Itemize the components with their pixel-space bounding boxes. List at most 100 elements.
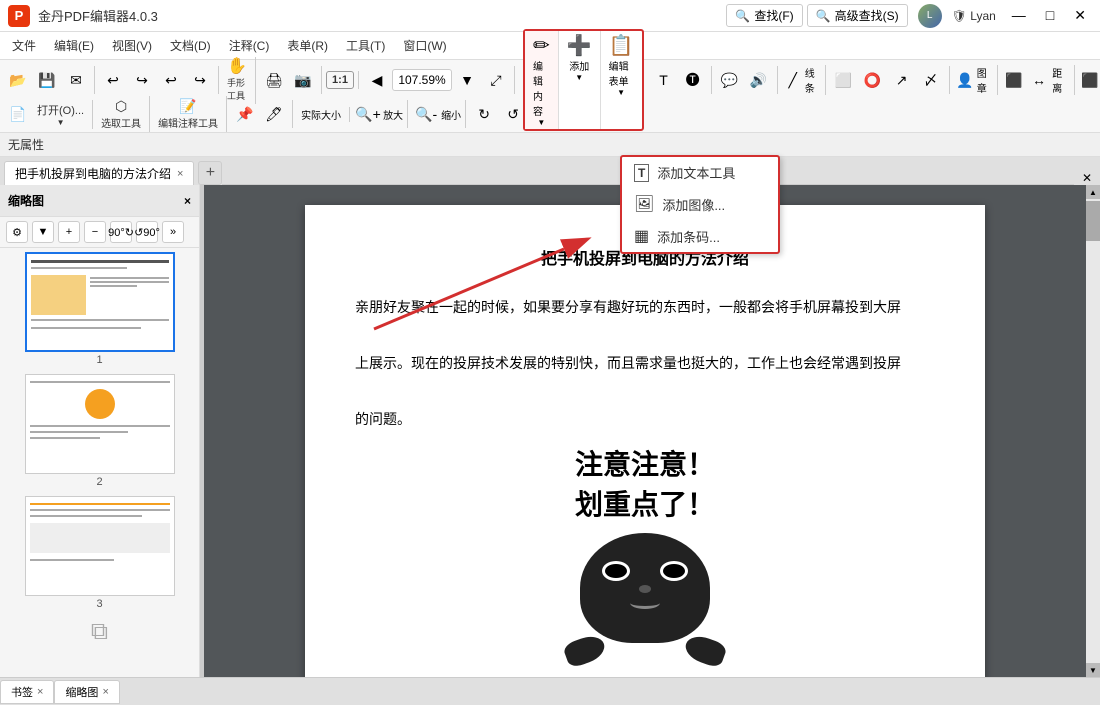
email-button[interactable]: ✉ [62, 66, 90, 94]
maximize-icon[interactable]: □ [1040, 5, 1060, 26]
ellipse-tool-button[interactable]: ⭕ [859, 66, 887, 94]
thumbnail-close-icon[interactable]: × [102, 686, 108, 698]
rotate-cw-button[interactable]: ↻ [470, 100, 498, 128]
undo2-button[interactable]: ↩ [157, 66, 185, 94]
title-bar: P 金丹PDF编辑器4.0.3 🔍 查找(F) 🔍 高级查找(S) L 🛡 Ly… [0, 0, 1100, 32]
sidebar-zoom-out-button[interactable]: − [84, 221, 106, 243]
close-icon[interactable]: ✕ [1068, 5, 1092, 26]
edit-note-label: 编辑注释工具 [158, 115, 218, 130]
hand-tool-button[interactable]: ✋ 手形工具 [223, 57, 251, 104]
edit-note-group: 📝 编辑注释工具 [154, 96, 227, 132]
edit-note-button[interactable]: 📝 编辑注释工具 [154, 96, 222, 132]
scroll-up-button[interactable]: ▲ [1086, 185, 1100, 199]
shrink-button[interactable]: 🔍- [412, 100, 440, 128]
advanced-search-button[interactable]: 🔍 高级查找(S) [807, 4, 908, 27]
open-button-row2[interactable]: 📄 [4, 100, 32, 128]
line-tool-button[interactable]: ╱ [782, 66, 804, 94]
right-scrollbar[interactable]: ▲ ▼ [1086, 185, 1100, 677]
menu-annotation[interactable]: 注释(C) [221, 35, 278, 56]
extra2-button[interactable]: 🖊 [260, 100, 288, 128]
tab-close-button[interactable]: × [177, 168, 183, 180]
thumbnail-1[interactable]: 1 [4, 252, 195, 366]
eraser-button[interactable]: ⬛ [1002, 66, 1026, 94]
minimize-icon[interactable]: — [1006, 5, 1032, 26]
sidebar-zoom-in-button[interactable]: + [58, 221, 80, 243]
menu-form[interactable]: 表单(R) [279, 35, 336, 56]
zoom-expand-button[interactable]: ⤢ [482, 66, 510, 94]
edit-note-icon: 📝 [179, 98, 196, 115]
redo-button[interactable]: ↪ [128, 66, 156, 94]
close-all-button[interactable]: ✕ [1074, 171, 1100, 185]
user-avatar: L [918, 4, 942, 28]
speaker-button[interactable]: 🔊 [745, 66, 773, 94]
open-label-button[interactable]: 打开(O)... ▼ [33, 100, 88, 129]
add-text-tool-item[interactable]: T 添加文本工具 [622, 157, 778, 188]
zoom-out-small-button[interactable]: ◀ [363, 66, 391, 94]
sidebar-close-button[interactable]: × [184, 194, 191, 208]
scroll-thumb[interactable] [1086, 201, 1100, 241]
properties-bar: 无属性 [0, 133, 1100, 157]
rect-tool-button[interactable]: ⬜ [830, 66, 858, 94]
save-button[interactable]: 💾 [33, 66, 61, 94]
enlarge-button[interactable]: 🔍+ [354, 100, 382, 128]
redo2-button[interactable]: ↪ [186, 66, 214, 94]
menu-window[interactable]: 窗口(W) [395, 35, 454, 56]
drawing-tools-group: ╱ 线条 [782, 65, 826, 95]
app-logo: P [8, 5, 30, 27]
distance-button[interactable]: ↔ [1027, 66, 1051, 94]
text-style-button[interactable]: 🅣 [679, 66, 707, 94]
add-button[interactable]: ➕ 添加 ▼ [559, 31, 601, 129]
menu-view[interactable]: 视图(V) [104, 35, 160, 56]
sidebar-dropdown-button[interactable]: ▼ [32, 221, 54, 243]
file-tools-group: 📂 💾 ✉ [4, 66, 95, 94]
sidebar-rotate-left-button[interactable]: ↺90° [136, 221, 158, 243]
sidebar-gear-button[interactable]: ⚙ [6, 221, 28, 243]
text-tool-button[interactable]: T [650, 66, 678, 94]
thumbnail-3-num: 3 [96, 598, 102, 610]
search-button[interactable]: 🔍 查找(F) [726, 4, 802, 27]
open-folder-button[interactable]: 📂 [4, 66, 32, 94]
document-tab[interactable]: 把手机投屏到电脑的方法介绍 × [4, 161, 194, 185]
edit-content-icon: ✏ [533, 33, 550, 58]
meme-text-line2: 划重点了！ [355, 483, 935, 523]
print-button[interactable]: 🖨 [260, 66, 288, 94]
menu-tools[interactable]: 工具(T) [338, 35, 393, 56]
snapshot-button[interactable]: 📷 [289, 66, 317, 94]
one-to-one-button[interactable]: 1:1 [326, 71, 354, 89]
callout-button[interactable]: 💬 [716, 66, 744, 94]
close-all-icon: ✕ [1082, 171, 1092, 185]
extra1-button[interactable]: 📌 [231, 100, 259, 128]
bookmark-close-icon[interactable]: × [37, 686, 43, 698]
document-area[interactable]: 把手机投屏到电脑的方法介绍 亲朋好友聚在一起的时候，如果要分享有趣好玩的东西时，… [204, 185, 1086, 677]
area-button[interactable]: ⬛ [1079, 66, 1100, 94]
sidebar-rotate-right-button[interactable]: 90°↻ [110, 221, 132, 243]
undo-button[interactable]: ↩ [99, 66, 127, 94]
main-area: 缩略图 × ⚙ ▼ + − 90°↻ ↺90° » [0, 185, 1100, 677]
edit-content-label: 编辑内容 [533, 58, 550, 118]
sidebar-more-button[interactable]: » [162, 221, 184, 243]
menu-file[interactable]: 文件 [4, 35, 44, 56]
select-tool-button[interactable]: ⬡ 选取工具 [97, 96, 145, 132]
bookmark-label: 书签 [11, 684, 33, 700]
thumbnail-2[interactable]: 2 [4, 374, 195, 488]
select-label: 选取工具 [101, 115, 141, 130]
zoom-text-group: 实际大小 [297, 107, 350, 122]
line-label: 线条 [805, 65, 821, 95]
stamp-button[interactable]: 👤 [954, 66, 976, 94]
add-barcode-item[interactable]: ▦ 添加条码... [622, 220, 778, 252]
add-image-item[interactable]: 🖼 添加图像... [622, 188, 778, 220]
thumbnail-3[interactable]: 3 [4, 496, 195, 610]
menu-document[interactable]: 文档(D) [162, 35, 219, 56]
arrow-tool-button[interactable]: ↗ [888, 66, 916, 94]
edit-content-button[interactable]: ✏ 编辑内容 ▼ [525, 31, 559, 129]
add-icon: ➕ [567, 33, 592, 58]
add-tab-button[interactable]: + [198, 161, 222, 185]
polyline-tool-button[interactable]: 〆 [917, 66, 945, 94]
copy-icon: ⧉ [91, 618, 108, 646]
sidebar-thumbnails: 1 2 [0, 248, 199, 677]
scroll-down-button[interactable]: ▼ [1086, 663, 1100, 677]
edit-form-button[interactable]: 📋 编辑表单 ▼ [601, 31, 642, 129]
menu-edit[interactable]: 编辑(E) [46, 35, 102, 56]
zoom-input[interactable] [392, 69, 452, 91]
zoom-dropdown-button[interactable]: ▼ [453, 66, 481, 94]
